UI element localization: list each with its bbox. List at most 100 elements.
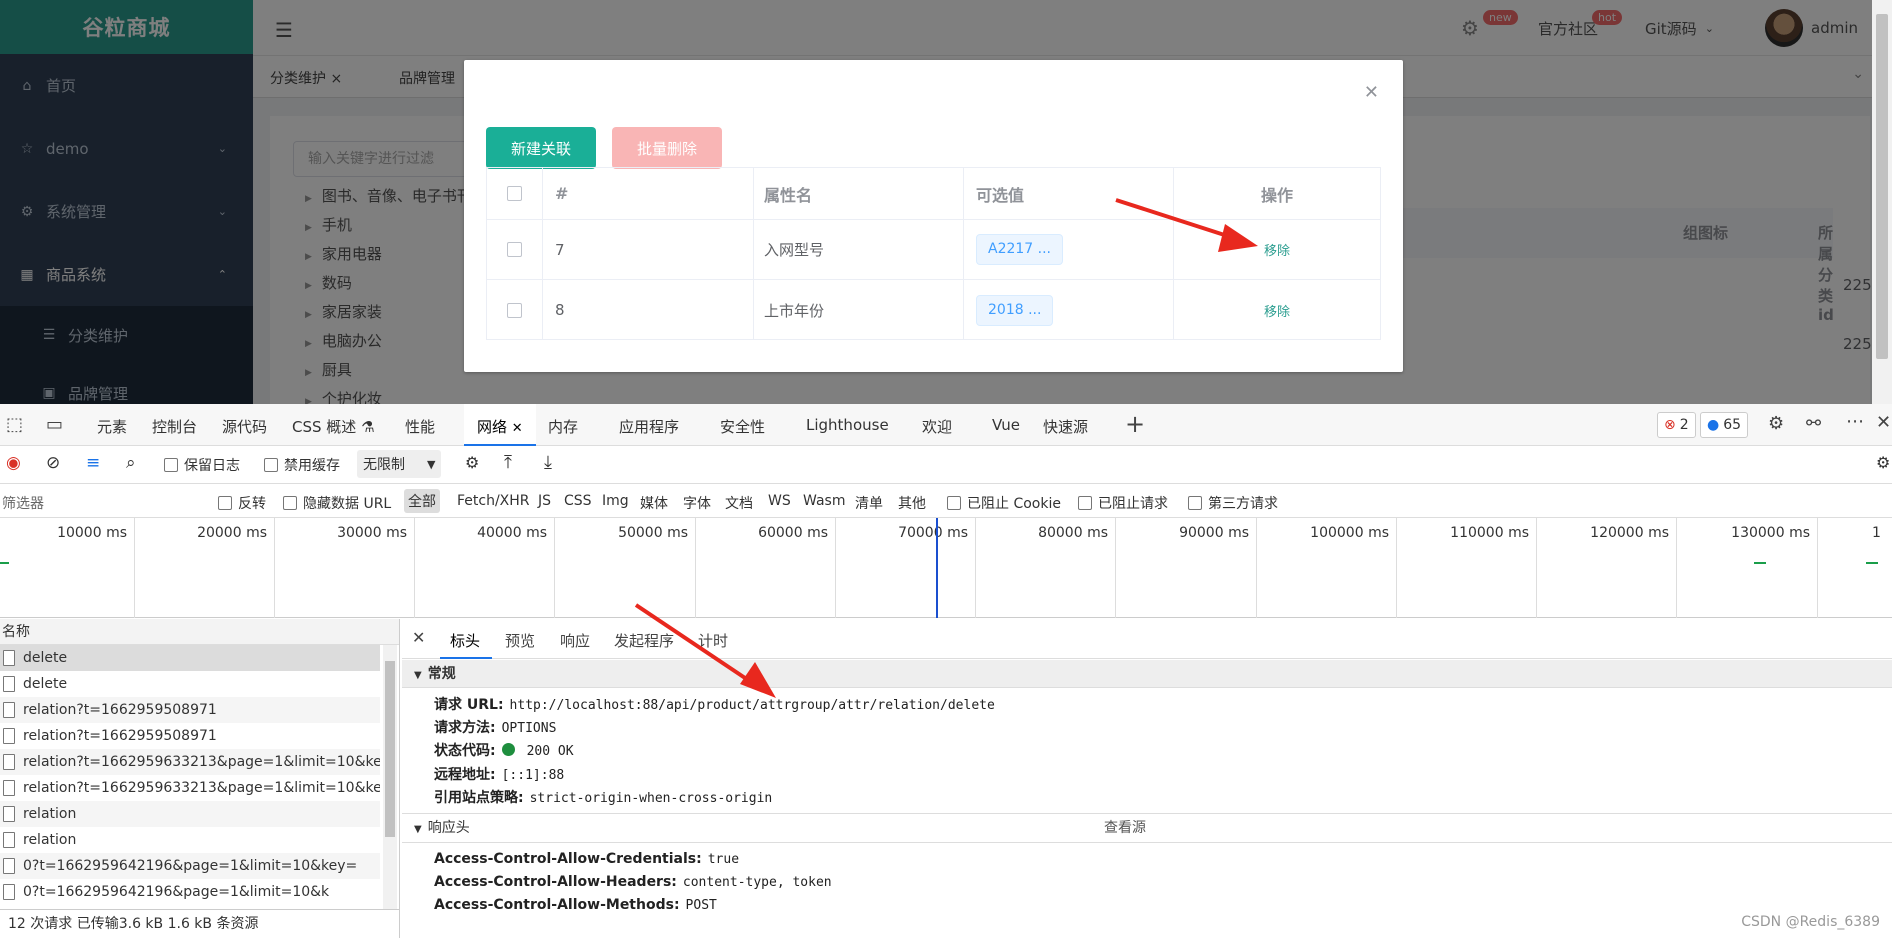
- tab-vue[interactable]: Vue: [992, 416, 1020, 434]
- filter-type-wasm[interactable]: Wasm: [803, 493, 845, 509]
- tab-initiator[interactable]: 发起程序: [614, 630, 674, 651]
- tab-headers[interactable]: 标头: [450, 630, 480, 651]
- filter-input[interactable]: 筛选器: [2, 493, 44, 513]
- clear-icon[interactable]: ⊘: [46, 453, 60, 473]
- checkbox[interactable]: [1078, 496, 1092, 510]
- response-headers-section-header[interactable]: ▼ 响应头 查看源: [402, 813, 1892, 843]
- page-scrollbar[interactable]: [1872, 0, 1892, 404]
- filter-type-font[interactable]: 字体: [683, 493, 711, 513]
- disable-cache-checkbox[interactable]: 禁用缓存: [264, 455, 340, 475]
- remote-address-row: 远程地址: [::1]:88: [434, 764, 564, 784]
- request-row[interactable]: relation?t=1662959633213&page=1&limit=10…: [0, 775, 380, 801]
- checkbox[interactable]: [947, 496, 961, 510]
- tab-network[interactable]: 网络 ✕: [477, 416, 523, 437]
- filter-type-doc[interactable]: 文档: [725, 493, 753, 513]
- general-section-header[interactable]: ▼ 常规: [402, 660, 1892, 688]
- header-key: 远程地址:: [434, 767, 496, 783]
- network-conditions-icon[interactable]: ⚙: [465, 453, 479, 472]
- tab-application[interactable]: 应用程序: [619, 416, 679, 437]
- tab-console[interactable]: 控制台: [152, 416, 197, 437]
- checkbox[interactable]: [164, 458, 178, 472]
- network-overview-timeline[interactable]: 10000 ms 20000 ms 30000 ms 40000 ms 5000…: [0, 518, 1892, 618]
- timeline-label: 70000 ms: [898, 525, 968, 541]
- scrollbar-thumb[interactable]: [385, 661, 395, 837]
- filter-type-ws[interactable]: WS: [768, 493, 791, 509]
- filter-type-other[interactable]: 其他: [898, 493, 926, 513]
- tab-sources[interactable]: 源代码: [222, 416, 267, 437]
- checkbox[interactable]: [218, 496, 232, 510]
- select-all-checkbox[interactable]: [507, 186, 522, 201]
- file-icon: [3, 884, 15, 900]
- blocked-cookies-checkbox[interactable]: 已阻止 Cookie: [947, 493, 1061, 513]
- message-count-badge[interactable]: ● 65: [1700, 412, 1749, 438]
- third-party-checkbox[interactable]: 第三方请求: [1188, 493, 1278, 513]
- record-icon[interactable]: ◉: [6, 453, 21, 473]
- import-icon[interactable]: ⤒: [504, 452, 512, 473]
- request-row[interactable]: relation?t=1662959508971: [0, 697, 380, 723]
- id-cell: 8: [543, 280, 754, 340]
- tab-lighthouse[interactable]: Lighthouse: [806, 416, 889, 434]
- export-icon[interactable]: ⤓: [544, 452, 552, 473]
- invert-checkbox[interactable]: 反转: [218, 493, 266, 513]
- name-column-header[interactable]: 名称: [0, 619, 399, 645]
- request-row[interactable]: relation: [0, 827, 380, 853]
- new-relation-button[interactable]: 新建关联: [486, 127, 596, 169]
- gear-icon[interactable]: ⚙: [1876, 453, 1890, 472]
- checkbox[interactable]: [264, 458, 278, 472]
- checkbox[interactable]: [283, 496, 297, 510]
- close-icon[interactable]: ✕: [1364, 82, 1379, 103]
- request-row[interactable]: delete: [0, 645, 380, 671]
- add-tab-icon[interactable]: +: [1125, 410, 1145, 438]
- request-row[interactable]: relation?t=1662959633213&page=1&limit=10…: [0, 749, 380, 775]
- view-source-link[interactable]: 查看源: [1104, 814, 1146, 842]
- request-row[interactable]: relation?t=1662959508971: [0, 723, 380, 749]
- filter-type-xhr[interactable]: Fetch/XHR: [457, 493, 530, 509]
- remove-link[interactable]: 移除: [1264, 301, 1290, 320]
- error-count-badge[interactable]: ⊗ 2: [1657, 412, 1696, 438]
- scrollbar-thumb[interactable]: [1876, 14, 1888, 359]
- inspect-icon[interactable]: ⬚: [6, 414, 23, 435]
- throttle-select[interactable]: 无限制 ▼: [357, 450, 442, 478]
- blocked-requests-checkbox[interactable]: 已阻止请求: [1078, 493, 1168, 513]
- tab-timing[interactable]: 计时: [698, 630, 728, 651]
- tab-elements[interactable]: 元素: [97, 416, 127, 437]
- row-checkbox[interactable]: [507, 302, 522, 318]
- row-checkbox[interactable]: [507, 242, 522, 257]
- search-icon[interactable]: ⌕: [126, 453, 136, 473]
- close-icon[interactable]: ✕: [512, 421, 523, 436]
- request-row[interactable]: 0?t=1662959642196&page=1&limit=10&k: [0, 879, 380, 905]
- request-row[interactable]: relation: [0, 801, 380, 827]
- filter-type-img[interactable]: Img: [602, 493, 629, 509]
- close-icon[interactable]: ✕: [1876, 412, 1891, 433]
- detail-tabbar: ✕ 标头 预览 响应 发起程序 计时: [402, 619, 1892, 659]
- tab-memory[interactable]: 内存: [548, 416, 578, 437]
- checkbox[interactable]: [1188, 496, 1202, 510]
- tab-preview[interactable]: 预览: [505, 630, 535, 651]
- request-list: 名称 delete delete relation?t=166295950897…: [0, 619, 400, 909]
- filter-icon[interactable]: ≡: [86, 453, 100, 473]
- request-list-scrollbar[interactable]: [383, 645, 397, 909]
- request-name: relation?t=1662959508971: [23, 728, 217, 744]
- filter-type-media[interactable]: 媒体: [640, 493, 668, 513]
- tab-welcome[interactable]: 欢迎: [922, 416, 952, 437]
- hide-data-url-checkbox[interactable]: 隐藏数据 URL: [283, 493, 391, 513]
- tab-response[interactable]: 响应: [560, 630, 590, 651]
- filter-type-js[interactable]: JS: [538, 493, 551, 509]
- device-icon[interactable]: ▭: [46, 414, 63, 435]
- filter-type-all[interactable]: 全部: [404, 489, 440, 513]
- filter-type-css[interactable]: CSS: [564, 493, 592, 509]
- gear-icon[interactable]: ⚙: [1768, 413, 1784, 434]
- tab-performance[interactable]: 性能: [405, 416, 435, 437]
- preserve-log-checkbox[interactable]: 保留日志: [164, 455, 240, 475]
- tab-security[interactable]: 安全性: [720, 416, 765, 437]
- tab-css-overview[interactable]: CSS 概述 ⚗: [292, 416, 375, 437]
- batch-delete-button[interactable]: 批量删除: [612, 127, 722, 169]
- close-icon[interactable]: ✕: [412, 628, 425, 647]
- tab-quick-source[interactable]: 快速源: [1043, 416, 1088, 437]
- more-icon[interactable]: ⋯: [1846, 411, 1864, 432]
- feedback-icon[interactable]: ⚯: [1806, 413, 1821, 434]
- filter-type-manifest[interactable]: 清单: [855, 493, 883, 513]
- remove-link[interactable]: 移除: [1264, 240, 1290, 259]
- request-row[interactable]: delete: [0, 671, 380, 697]
- request-row[interactable]: 0?t=1662959642196&page=1&limit=10&key=: [0, 853, 380, 879]
